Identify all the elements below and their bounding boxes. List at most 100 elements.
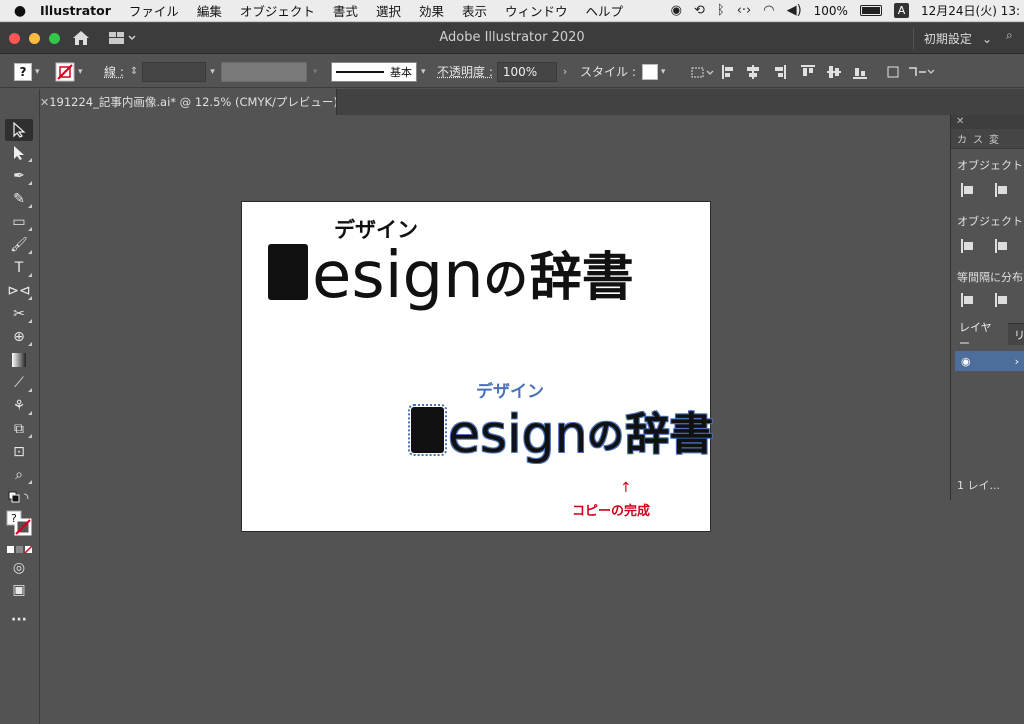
- stroke-color-control[interactable]: ▾: [55, 55, 83, 88]
- draw-mode-icon[interactable]: ◎: [5, 557, 33, 579]
- menu-object[interactable]: オブジェクト: [240, 1, 315, 20]
- line-app-icon[interactable]: ◉: [671, 3, 682, 18]
- align-center-icon[interactable]: [995, 183, 1009, 197]
- menu-help[interactable]: ヘルプ: [586, 1, 624, 20]
- logo-copy[interactable]: esign の 辞書: [408, 401, 714, 461]
- menu-view[interactable]: 表示: [462, 1, 487, 20]
- variable-width-control[interactable]: ▾: [221, 55, 318, 88]
- close-tab-icon[interactable]: ✕: [40, 96, 49, 109]
- chevron-right-icon[interactable]: ›: [1015, 355, 1019, 368]
- graphic-style-swatch[interactable]: [641, 63, 658, 80]
- tab-swatches[interactable]: ス: [973, 131, 983, 146]
- document-tab[interactable]: ✕ 191224_記事内画像.ai* @ 12.5% (CMYK/プレビュー): [40, 89, 337, 115]
- brush-preview[interactable]: 基本: [331, 61, 417, 82]
- arrange-documents-icon[interactable]: [108, 31, 138, 45]
- align-left-icon[interactable]: [961, 183, 975, 197]
- align-buttons-icon[interactable]: [716, 64, 906, 80]
- fill-stroke-swatch-icon[interactable]: ?: [5, 509, 33, 537]
- chevron-down-icon[interactable]: ▾: [210, 67, 215, 77]
- opacity-label[interactable]: 不透明度 :: [437, 63, 493, 80]
- tab-libraries[interactable]: リ: [1008, 327, 1024, 343]
- code-icon[interactable]: ‹·›: [737, 3, 752, 18]
- menu-app-name[interactable]: Illustrator: [40, 3, 111, 18]
- eye-icon[interactable]: ◉: [961, 355, 971, 368]
- brush-definition-control[interactable]: 基本 ▾: [331, 55, 426, 88]
- search-icon[interactable]: ⌕: [1006, 28, 1024, 49]
- fill-swatch[interactable]: ?: [14, 62, 32, 81]
- minimize-window-button[interactable]: [29, 33, 40, 44]
- volume-icon[interactable]: ◀): [787, 3, 802, 18]
- menu-window[interactable]: ウィンドウ: [505, 1, 568, 20]
- paintbrush-tool-icon[interactable]: 🖌: [5, 234, 33, 256]
- menu-edit[interactable]: 編集: [197, 1, 222, 20]
- artboard[interactable]: デザイン esign の 辞書 ↑ コピーの完成: [241, 201, 711, 532]
- artboard-tool-icon[interactable]: ⊡: [5, 441, 33, 463]
- chevron-right-icon[interactable]: ›: [563, 65, 567, 78]
- menu-effect[interactable]: 効果: [419, 1, 444, 20]
- distribute-top-icon[interactable]: [961, 239, 975, 253]
- screen-mode-icon[interactable]: ▣: [5, 579, 33, 601]
- input-source-icon[interactable]: A: [893, 3, 909, 18]
- workspace-switcher[interactable]: 初期設定 ⌄: [912, 28, 1000, 49]
- clock[interactable]: 12月24日(火) 13:: [921, 2, 1020, 19]
- variable-width-profile[interactable]: [221, 61, 307, 82]
- wifi-icon[interactable]: ◠: [763, 3, 774, 18]
- distribute-center-icon[interactable]: [995, 239, 1009, 253]
- zoom-window-button[interactable]: [49, 33, 60, 44]
- close-panel-icon[interactable]: ✕: [951, 115, 1024, 129]
- rectangle-tool-icon[interactable]: ▭: [5, 211, 33, 233]
- chevron-down-icon[interactable]: ▾: [421, 67, 426, 77]
- menu-select[interactable]: 選択: [376, 1, 401, 20]
- control-bar: ? ▾ ▾ 線 : ⇕ ▾ ▾ 基本 ▾ 不透明度 : 100% › スタイル …: [0, 55, 1024, 88]
- chevron-down-icon[interactable]: ▾: [661, 67, 666, 77]
- align-to-icon[interactable]: [690, 64, 716, 80]
- apple-menu-icon[interactable]: ●: [0, 3, 40, 19]
- book-mark-copy-icon[interactable]: [408, 404, 447, 456]
- reflect-tool-icon[interactable]: ⊳⊲: [5, 280, 33, 302]
- close-window-button[interactable]: [9, 33, 20, 44]
- annotation-label: コピーの完成: [572, 504, 651, 519]
- zoom-tool-icon[interactable]: ⌕: [5, 464, 33, 486]
- chevron-down-icon[interactable]: ▾: [313, 67, 318, 77]
- stepper-icon[interactable]: ⇕: [130, 66, 138, 77]
- eyedropper-tool-icon[interactable]: ⟋: [5, 372, 33, 394]
- battery-icon[interactable]: [859, 5, 882, 16]
- curvature-tool-icon[interactable]: ✎: [5, 188, 33, 210]
- canvas[interactable]: デザイン esign の 辞書 ↑ コピーの完成 デザイン esign の 辞書: [41, 115, 950, 724]
- fill-control[interactable]: ? ▾: [14, 55, 40, 88]
- tab-transform[interactable]: 変: [989, 131, 999, 146]
- stroke-weight-input[interactable]: [142, 61, 207, 82]
- selection-tool-icon[interactable]: [5, 119, 33, 141]
- direct-selection-tool-icon[interactable]: [5, 142, 33, 164]
- home-icon[interactable]: [72, 30, 90, 46]
- transform-icon[interactable]: [906, 64, 936, 80]
- menu-type[interactable]: 書式: [333, 1, 358, 20]
- scissors-tool-icon[interactable]: ✂: [5, 303, 33, 325]
- symbol-sprayer-tool-icon[interactable]: ⧉: [5, 418, 33, 440]
- layer-row[interactable]: ◉ ›: [955, 351, 1024, 371]
- vertical-distribute-space-icon[interactable]: [961, 293, 975, 307]
- bluetooth-icon[interactable]: ᛒ: [717, 3, 725, 18]
- panel-grip[interactable]: [0, 89, 40, 115]
- shape-builder-tool-icon[interactable]: ⊕: [5, 326, 33, 348]
- menu-file[interactable]: ファイル: [129, 1, 179, 20]
- gradient-tool-icon[interactable]: [5, 349, 33, 371]
- tab-color-guide[interactable]: カ: [957, 131, 967, 146]
- logo-original[interactable]: esign の 辞書: [268, 238, 634, 308]
- chevron-down-icon[interactable]: ▾: [78, 67, 83, 77]
- book-mark-icon[interactable]: [268, 244, 308, 300]
- stroke-label[interactable]: 線 :: [104, 63, 124, 80]
- opacity-input[interactable]: 100%: [496, 61, 557, 82]
- document-tab-bar: ✕ 191224_記事内画像.ai* @ 12.5% (CMYK/プレビュー): [0, 89, 1024, 115]
- edit-toolbar-icon[interactable]: ···: [5, 609, 33, 631]
- blend-tool-icon[interactable]: ⚘: [5, 395, 33, 417]
- type-tool-icon[interactable]: T: [5, 257, 33, 279]
- horizontal-distribute-space-icon[interactable]: [995, 293, 1009, 307]
- logo-copy-subtitle[interactable]: デザイン: [476, 377, 544, 402]
- time-machine-icon[interactable]: ⟲: [694, 3, 705, 18]
- stroke-none-swatch-icon[interactable]: [55, 62, 75, 82]
- chevron-down-icon[interactable]: ▾: [35, 67, 40, 77]
- default-fill-stroke-icon[interactable]: [5, 487, 33, 509]
- tab-layers[interactable]: レイヤー: [951, 314, 1008, 355]
- pen-tool-icon[interactable]: ✒: [5, 165, 33, 187]
